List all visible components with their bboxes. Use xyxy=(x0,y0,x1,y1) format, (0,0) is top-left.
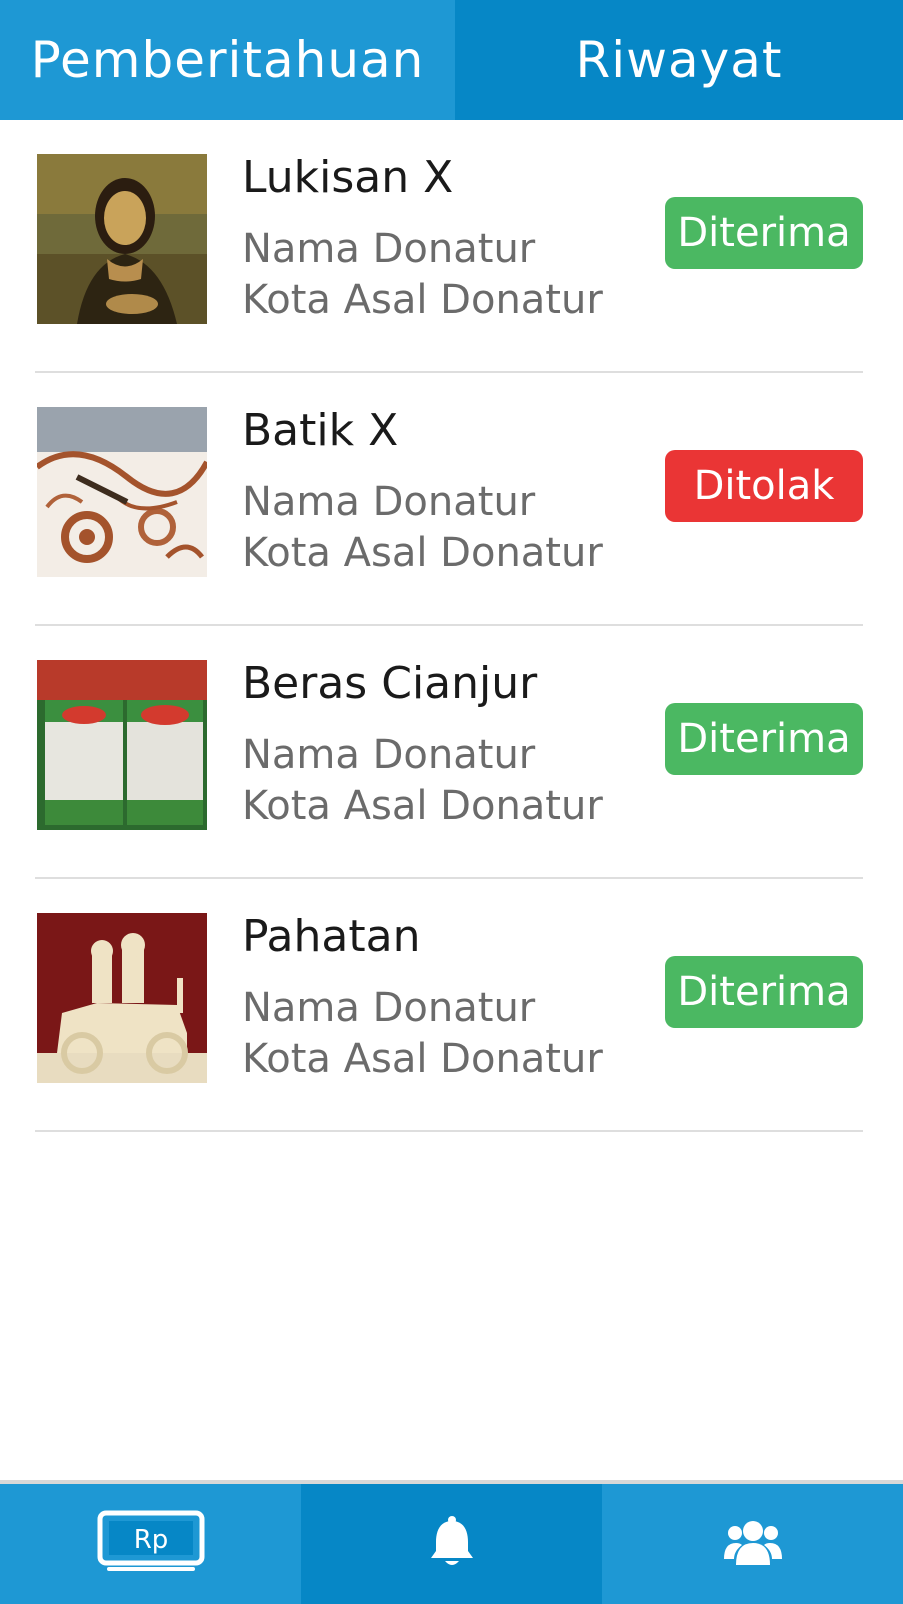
nav-notifications[interactable] xyxy=(301,1484,602,1604)
batik-thumbnail xyxy=(37,407,207,577)
list-item[interactable]: Pahatan Nama Donatur Kota Asal Donatur D… xyxy=(0,879,903,1132)
item-title: Batik X xyxy=(242,405,399,456)
tab-pemberitahuan-label: Pemberitahuan xyxy=(30,31,425,89)
donor-city: Kota Asal Donatur xyxy=(242,1036,603,1082)
nav-community[interactable] xyxy=(602,1484,903,1604)
rupiah-text: Rp xyxy=(133,1525,168,1555)
divider xyxy=(35,1130,863,1132)
bottom-navigation: Rp xyxy=(0,1480,903,1604)
status-badge: Ditolak xyxy=(665,450,863,522)
item-title: Pahatan xyxy=(242,911,421,962)
tab-riwayat[interactable]: Riwayat xyxy=(455,0,903,120)
donor-name: Nama Donatur xyxy=(242,985,536,1031)
item-title: Beras Cianjur xyxy=(242,658,538,709)
donor-name: Nama Donatur xyxy=(242,479,536,525)
nav-donation[interactable]: Rp xyxy=(0,1484,301,1604)
users-icon xyxy=(723,1519,782,1569)
painting-thumbnail xyxy=(37,154,207,324)
donation-list: Lukisan X Nama Donatur Kota Asal Donatur… xyxy=(0,120,903,1132)
list-item[interactable]: Beras Cianjur Nama Donatur Kota Asal Don… xyxy=(0,626,903,879)
list-item[interactable]: Batik X Nama Donatur Kota Asal Donatur D… xyxy=(0,373,903,626)
tab-riwayat-label: Riwayat xyxy=(575,31,783,89)
rice-thumbnail xyxy=(37,660,207,830)
status-badge: Diterima xyxy=(665,956,863,1028)
top-tabs: Pemberitahuan Riwayat xyxy=(0,0,903,120)
bell-icon xyxy=(429,1515,475,1573)
carving-thumbnail xyxy=(37,913,207,1083)
rupiah-screen-icon: Rp xyxy=(97,1510,205,1578)
donor-city: Kota Asal Donatur xyxy=(242,530,603,576)
tab-pemberitahuan[interactable]: Pemberitahuan xyxy=(0,0,455,120)
donor-city: Kota Asal Donatur xyxy=(242,783,603,829)
donor-city: Kota Asal Donatur xyxy=(242,277,603,323)
donor-name: Nama Donatur xyxy=(242,732,536,778)
donor-name: Nama Donatur xyxy=(242,226,536,272)
status-badge: Diterima xyxy=(665,703,863,775)
list-item[interactable]: Lukisan X Nama Donatur Kota Asal Donatur… xyxy=(0,120,903,373)
status-badge: Diterima xyxy=(665,197,863,269)
item-title: Lukisan X xyxy=(242,152,454,203)
